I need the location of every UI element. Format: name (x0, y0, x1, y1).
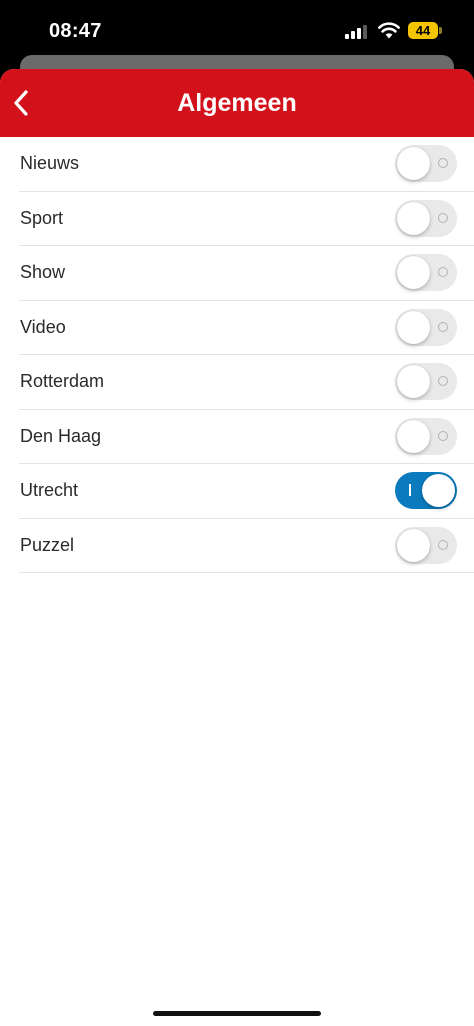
battery-tip (439, 27, 442, 34)
toggle-den-haag[interactable] (395, 417, 457, 455)
toggle-off-indicator (438, 267, 448, 277)
battery-icon: 44 (408, 22, 438, 39)
toggle-show[interactable] (395, 254, 457, 291)
nav-bar: Algemeen (0, 69, 474, 137)
toggle-knob (397, 310, 430, 344)
wifi-icon (378, 22, 400, 39)
toggle-knob (397, 147, 430, 180)
toggle-on-indicator (409, 484, 411, 496)
settings-row-label: Show (20, 262, 66, 282)
settings-row-label: Rotterdam (20, 371, 105, 391)
settings-row-den-haag: Den Haag (19, 410, 474, 464)
settings-row-label: Sport (20, 207, 64, 228)
settings-sheet: Algemeen Nieuws Sport Show Video Rotterd… (0, 69, 474, 1026)
settings-row-label: Nieuws (20, 153, 80, 173)
toggle-rotterdam[interactable] (395, 363, 457, 400)
toggle-off-indicator (438, 158, 448, 168)
toggle-off-indicator (438, 539, 448, 550)
toggle-puzzel[interactable] (395, 526, 457, 564)
toggle-knob (397, 201, 430, 235)
toggle-knob (397, 419, 430, 453)
toggle-off-indicator (438, 376, 448, 386)
status-bar: 08:47 44 (0, 0, 474, 60)
battery-level: 44 (415, 23, 431, 38)
settings-row-sport: Sport (19, 192, 474, 246)
toggle-nieuws[interactable] (395, 145, 457, 182)
settings-row-video: Video (19, 301, 474, 355)
status-time: 08:47 (49, 20, 102, 42)
home-indicator[interactable] (153, 1011, 321, 1016)
toggle-knob (397, 365, 430, 398)
page-title: Algemeen (177, 89, 297, 117)
toggle-knob (397, 256, 430, 289)
toggle-utrecht[interactable] (395, 472, 457, 509)
settings-row-label: Video (20, 316, 66, 337)
settings-row-puzzel: Puzzel (19, 519, 474, 573)
toggle-off-indicator (438, 430, 448, 441)
toggle-off-indicator (438, 321, 448, 332)
toggle-off-indicator (438, 212, 448, 223)
toggle-knob (397, 528, 430, 562)
toggle-video[interactable] (395, 308, 457, 346)
toggle-knob (422, 474, 455, 507)
settings-row-nieuws: Nieuws (19, 137, 474, 192)
settings-row-label: Den Haag (20, 425, 102, 446)
settings-row-label: Utrecht (20, 480, 79, 500)
settings-row-utrecht: Utrecht (19, 464, 474, 519)
settings-row-rotterdam: Rotterdam (19, 355, 474, 410)
cellular-signal-icon (345, 24, 369, 39)
settings-list: Nieuws Sport Show Video Rotterdam Den Ha… (0, 137, 474, 573)
toggle-sport[interactable] (395, 199, 457, 237)
settings-row-show: Show (19, 246, 474, 301)
settings-row-label: Puzzel (20, 534, 75, 555)
